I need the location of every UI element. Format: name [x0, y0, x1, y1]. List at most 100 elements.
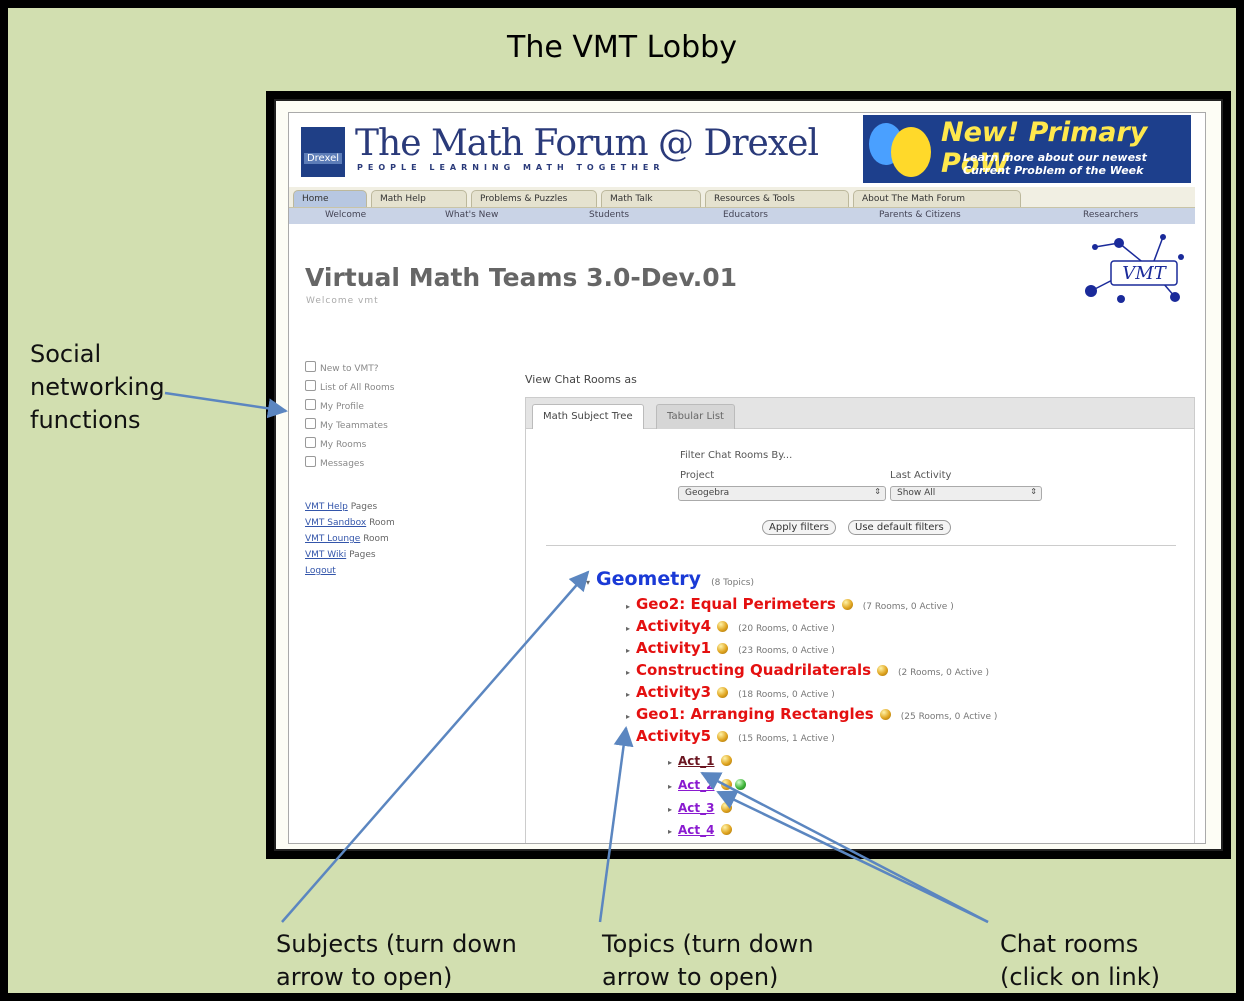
poster: The VMT Lobby Social networking function…	[0, 0, 1244, 1001]
topic-name[interactable]: Geo2: Equal Perimeters	[636, 595, 836, 613]
tab-about[interactable]: About The Math Forum	[853, 190, 1021, 207]
callout-social-networking: Social networking functions	[30, 340, 165, 434]
collapsed-arrow-icon[interactable]: ▸	[626, 668, 636, 677]
checkbox-icon	[305, 361, 316, 372]
collapsed-arrow-icon[interactable]: ▸	[668, 827, 678, 836]
subnav-researchers[interactable]: Researchers	[1083, 210, 1138, 220]
status-orb-icon	[879, 709, 891, 720]
sub-nav: Welcome What's New Students Educators Pa…	[289, 208, 1195, 224]
topic-name[interactable]: Activity5	[636, 727, 711, 745]
tab-home[interactable]: Home	[293, 190, 367, 207]
status-orb-icon	[841, 599, 853, 610]
screenshot-frame: Drexel The Math Forum @ Drexel PEOPLE LE…	[266, 91, 1231, 859]
checkbox-icon	[305, 418, 316, 429]
subnav-educators[interactable]: Educators	[723, 210, 768, 220]
chat-rooms-panel: Math Subject Tree Tabular List Filter Ch…	[525, 397, 1195, 843]
status-orb-icon	[720, 824, 732, 835]
browser-screenshot: Drexel The Math Forum @ Drexel PEOPLE LE…	[288, 112, 1206, 844]
status-orb-icon	[717, 731, 729, 742]
subject-link[interactable]: Geometry	[596, 568, 701, 590]
vmt-help-link[interactable]: VMT Help	[305, 502, 348, 512]
topic-row: ▸ Activity3 (18 Rooms, 0 Active )	[626, 683, 835, 701]
expanded-arrow-icon[interactable]: ▾	[586, 578, 596, 587]
link-row-vmt-lounge: VMT Lounge Room	[305, 534, 389, 544]
room-link[interactable]: Act_1	[678, 754, 715, 768]
collapsed-arrow-icon[interactable]: ▸	[626, 602, 636, 611]
welcome-text: Welcome vmt	[306, 296, 379, 306]
room-link[interactable]: Act_3	[678, 801, 715, 815]
logout-link[interactable]: Logout	[305, 566, 336, 576]
room-row: ▸ Act_1	[668, 750, 732, 769]
callout-topics: Topics (turn down arrow to open)	[602, 930, 814, 991]
topic-row: ▸ Activity1 (23 Rooms, 0 Active )	[626, 639, 835, 657]
collapsed-arrow-icon[interactable]: ▸	[626, 646, 636, 655]
callout-chat-rooms: Chat rooms (click on link)	[1000, 930, 1160, 991]
link-row-vmt-sandbox: VMT Sandbox Room	[305, 518, 395, 528]
topic-row: ▸ Constructing Quadrilaterals (2 Rooms, 0 …	[626, 661, 989, 679]
topic-name[interactable]: Geo1: Arranging Rectangles	[636, 705, 874, 723]
collapsed-arrow-icon[interactable]: ▸	[626, 690, 636, 699]
tab-problems-puzzles[interactable]: Problems & Puzzles	[471, 190, 597, 207]
main-nav-tabs: Home Math Help Problems & Puzzles Math T…	[289, 187, 1195, 208]
subject-tree: ▾ Geometry (8 Topics) ▸ Geo2: Equal Perimet…	[526, 398, 1194, 843]
topic-row: ▾ Activity5 (15 Rooms, 1 Active )	[626, 727, 835, 745]
collapsed-arrow-icon[interactable]: ▸	[668, 782, 678, 791]
status-orb-icon	[720, 779, 732, 790]
topic-row: ▸ Geo2: Equal Perimeters (7 Rooms, 0 Activ…	[626, 595, 954, 613]
tab-math-help[interactable]: Math Help	[371, 190, 467, 207]
tab-math-talk[interactable]: Math Talk	[601, 190, 701, 207]
link-row-logout: Logout	[305, 563, 395, 579]
expanded-arrow-icon[interactable]: ▾	[626, 734, 636, 743]
topic-name[interactable]: Activity1	[636, 639, 711, 657]
tab-resources-tools[interactable]: Resources & Tools	[705, 190, 849, 207]
subnav-whats-new[interactable]: What's New	[445, 210, 498, 220]
status-orb-icon	[717, 687, 729, 698]
topic-name[interactable]: Constructing Quadrilaterals	[636, 661, 871, 679]
sidebar-item-my-rooms[interactable]: My Rooms	[305, 437, 394, 456]
sidebar-item-new-to-vmt[interactable]: New to VMT?	[305, 361, 394, 380]
page-title: Virtual Math Teams 3.0-Dev.01	[305, 263, 738, 292]
site-title[interactable]: The Math Forum @ Drexel	[355, 123, 819, 164]
topic-name[interactable]: Activity4	[636, 617, 711, 635]
social-sidebar: New to VMT? List of All Rooms My Profile…	[305, 361, 394, 475]
status-orb-icon	[877, 665, 889, 676]
room-link[interactable]: Act_4	[678, 823, 715, 837]
subnav-students[interactable]: Students	[589, 210, 629, 220]
sidebar-item-all-rooms[interactable]: List of All Rooms	[305, 380, 394, 399]
topic-row: ▸ Geo1: Arranging Rectangles (25 Rooms, 0 …	[626, 705, 998, 723]
collapsed-arrow-icon[interactable]: ▸	[668, 758, 678, 767]
vmt-logo-text: VMT	[1122, 263, 1167, 284]
checkbox-icon	[305, 456, 316, 467]
site-tagline: PEOPLE LEARNING MATH TOGETHER	[357, 163, 665, 172]
vmt-sandbox-link[interactable]: VMT Sandbox	[305, 518, 366, 528]
drexel-logo[interactable]: Drexel	[301, 127, 345, 177]
checkbox-icon	[305, 399, 316, 410]
promo-subtitle: Learn more about our newest Current Prob…	[963, 151, 1147, 177]
view-chat-rooms-label: View Chat Rooms as	[525, 373, 637, 386]
promo-banner[interactable]: New! Primary PoW Learn more about our ne…	[863, 115, 1191, 183]
sidebar-item-my-profile[interactable]: My Profile	[305, 399, 394, 418]
sidebar-links: VMT Help Pages VMT Sandbox Room VMT Loun…	[305, 499, 395, 579]
room-row: ▸ Act_2	[668, 774, 746, 793]
collapsed-arrow-icon[interactable]: ▸	[626, 712, 636, 721]
checkbox-icon	[305, 380, 316, 391]
poster-title: The VMT Lobby	[507, 30, 737, 65]
room-link[interactable]: Act_2	[678, 778, 715, 792]
topic-name[interactable]: Activity3	[636, 683, 711, 701]
vmt-logo: VMT	[1085, 234, 1184, 303]
link-row-vmt-wiki: VMT Wiki Pages	[305, 550, 376, 560]
vmt-wiki-link[interactable]: VMT Wiki	[305, 550, 346, 560]
collapsed-arrow-icon[interactable]: ▸	[668, 805, 678, 814]
vmt-lounge-link[interactable]: VMT Lounge	[305, 534, 360, 544]
room-row: ▸ Act_3	[668, 797, 732, 816]
topic-row: ▸ Activity4 (20 Rooms, 0 Active )	[626, 617, 835, 635]
sidebar-item-my-teammates[interactable]: My Teammates	[305, 418, 394, 437]
checkbox-icon	[305, 437, 316, 448]
sidebar-item-messages[interactable]: Messages	[305, 456, 394, 475]
collapsed-arrow-icon[interactable]: ▸	[626, 624, 636, 633]
subnav-parents[interactable]: Parents & Citizens	[879, 210, 961, 220]
link-row-vmt-help: VMT Help Pages	[305, 502, 378, 512]
active-orb-icon	[734, 779, 746, 790]
status-orb-icon	[720, 755, 732, 766]
subnav-welcome[interactable]: Welcome	[325, 210, 366, 220]
